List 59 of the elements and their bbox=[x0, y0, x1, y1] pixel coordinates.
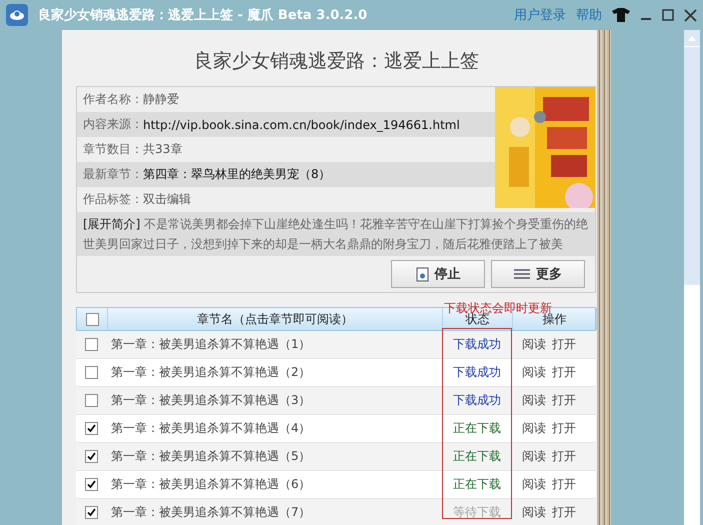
window-title: 良家少女销魂逃爱路：逃爱上上签 - 魔爪 Beta 3.0.2.0 bbox=[38, 6, 368, 24]
action-link[interactable]: 阅读 bbox=[522, 448, 546, 465]
chapter-link[interactable]: 第一章：被美男追杀算不算艳遇（2） bbox=[107, 364, 442, 381]
action-link[interactable]: 阅读 bbox=[522, 476, 546, 493]
chapter-link[interactable]: 第一章：被美男追杀算不算艳遇（1） bbox=[107, 336, 442, 353]
action-link[interactable]: 打开 bbox=[552, 504, 576, 521]
scrollbar[interactable] bbox=[684, 30, 700, 525]
action-link[interactable]: 阅读 bbox=[522, 392, 546, 409]
column-header: 章节名（点击章节即可阅读） bbox=[197, 310, 353, 328]
chapter-link[interactable]: 第一章：被美男追杀算不算艳遇（3） bbox=[107, 392, 442, 409]
action-link[interactable]: 打开 bbox=[552, 336, 576, 353]
action-link[interactable]: 阅读 bbox=[522, 504, 546, 521]
chapter-link[interactable]: 第一章：被美男追杀算不算艳遇（6） bbox=[107, 476, 442, 493]
field-value: http://vip.book.sina.com.cn/book/index_194661.html bbox=[143, 118, 460, 132]
field-value: 双击编辑 bbox=[143, 191, 191, 208]
field-label: 内容来源： bbox=[83, 116, 143, 133]
status-text: 正在下载 bbox=[452, 420, 502, 437]
field-label: 最新章节： bbox=[83, 166, 143, 183]
action-link[interactable]: 阅读 bbox=[522, 336, 546, 353]
action-link[interactable]: 打开 bbox=[552, 420, 576, 437]
chapter-link[interactable]: 第一章：被美男追杀算不算艳遇（4） bbox=[107, 420, 442, 437]
field-value: 静静爱 bbox=[143, 91, 179, 108]
action-link[interactable]: 阅读 bbox=[522, 420, 546, 437]
maximize-icon[interactable] bbox=[662, 9, 674, 21]
status-text: 下载成功 bbox=[452, 336, 502, 353]
synopsis-text: [展开简介] 不是常说美男都会掉下山崖绝处逢生吗！花雅辛苦守在山崖下打算捡个身受重伤的绝世美男回家过日子，没想到掉下来的却是一柄大名鼎鼎的附身宝刀，随后花雅便踏上了被美 bbox=[77, 212, 595, 256]
field-label: 章节数目： bbox=[83, 141, 143, 158]
checkbox[interactable] bbox=[85, 478, 98, 491]
app-logo-icon bbox=[6, 4, 28, 26]
action-link[interactable]: 打开 bbox=[552, 448, 576, 465]
list-icon bbox=[514, 268, 530, 280]
checkbox[interactable] bbox=[85, 394, 98, 407]
chapter-link[interactable]: 第一章：被美男追杀算不算艳遇（7） bbox=[107, 504, 442, 521]
status-text: 正在下载 bbox=[452, 448, 502, 465]
status-text: 等待下载 bbox=[452, 504, 502, 521]
action-link[interactable]: 打开 bbox=[552, 392, 576, 409]
more-button[interactable]: 更多 bbox=[491, 260, 585, 288]
checkbox[interactable] bbox=[85, 338, 98, 351]
status-text: 下载成功 bbox=[452, 392, 502, 409]
checkbox[interactable] bbox=[85, 422, 98, 435]
checkbox[interactable] bbox=[85, 366, 98, 379]
tshirt-icon[interactable] bbox=[612, 8, 630, 22]
chapter-link[interactable]: 第一章：被美男追杀算不算艳遇（5） bbox=[107, 448, 442, 465]
status-text: 下载成功 bbox=[452, 364, 502, 381]
field-label: 作者名称： bbox=[83, 91, 143, 108]
checkbox[interactable] bbox=[85, 450, 98, 463]
status-text: 正在下载 bbox=[452, 476, 502, 493]
close-icon[interactable] bbox=[684, 8, 697, 22]
field-label: 作品标签： bbox=[83, 191, 143, 208]
stop-button[interactable]: 停止 bbox=[391, 260, 485, 288]
action-link[interactable]: 打开 bbox=[552, 364, 576, 381]
checkbox[interactable] bbox=[85, 506, 98, 519]
checkbox[interactable] bbox=[86, 312, 98, 326]
field-value: 第四章：翠鸟林里的绝美男宠（8） bbox=[143, 166, 331, 183]
action-link[interactable]: 打开 bbox=[552, 476, 576, 493]
action-link[interactable]: 阅读 bbox=[522, 364, 546, 381]
field-value: 共33章 bbox=[143, 141, 182, 158]
book-title: 良家少女销魂逃爱路：逃爱上上签 bbox=[193, 49, 480, 74]
document-icon bbox=[416, 266, 428, 282]
